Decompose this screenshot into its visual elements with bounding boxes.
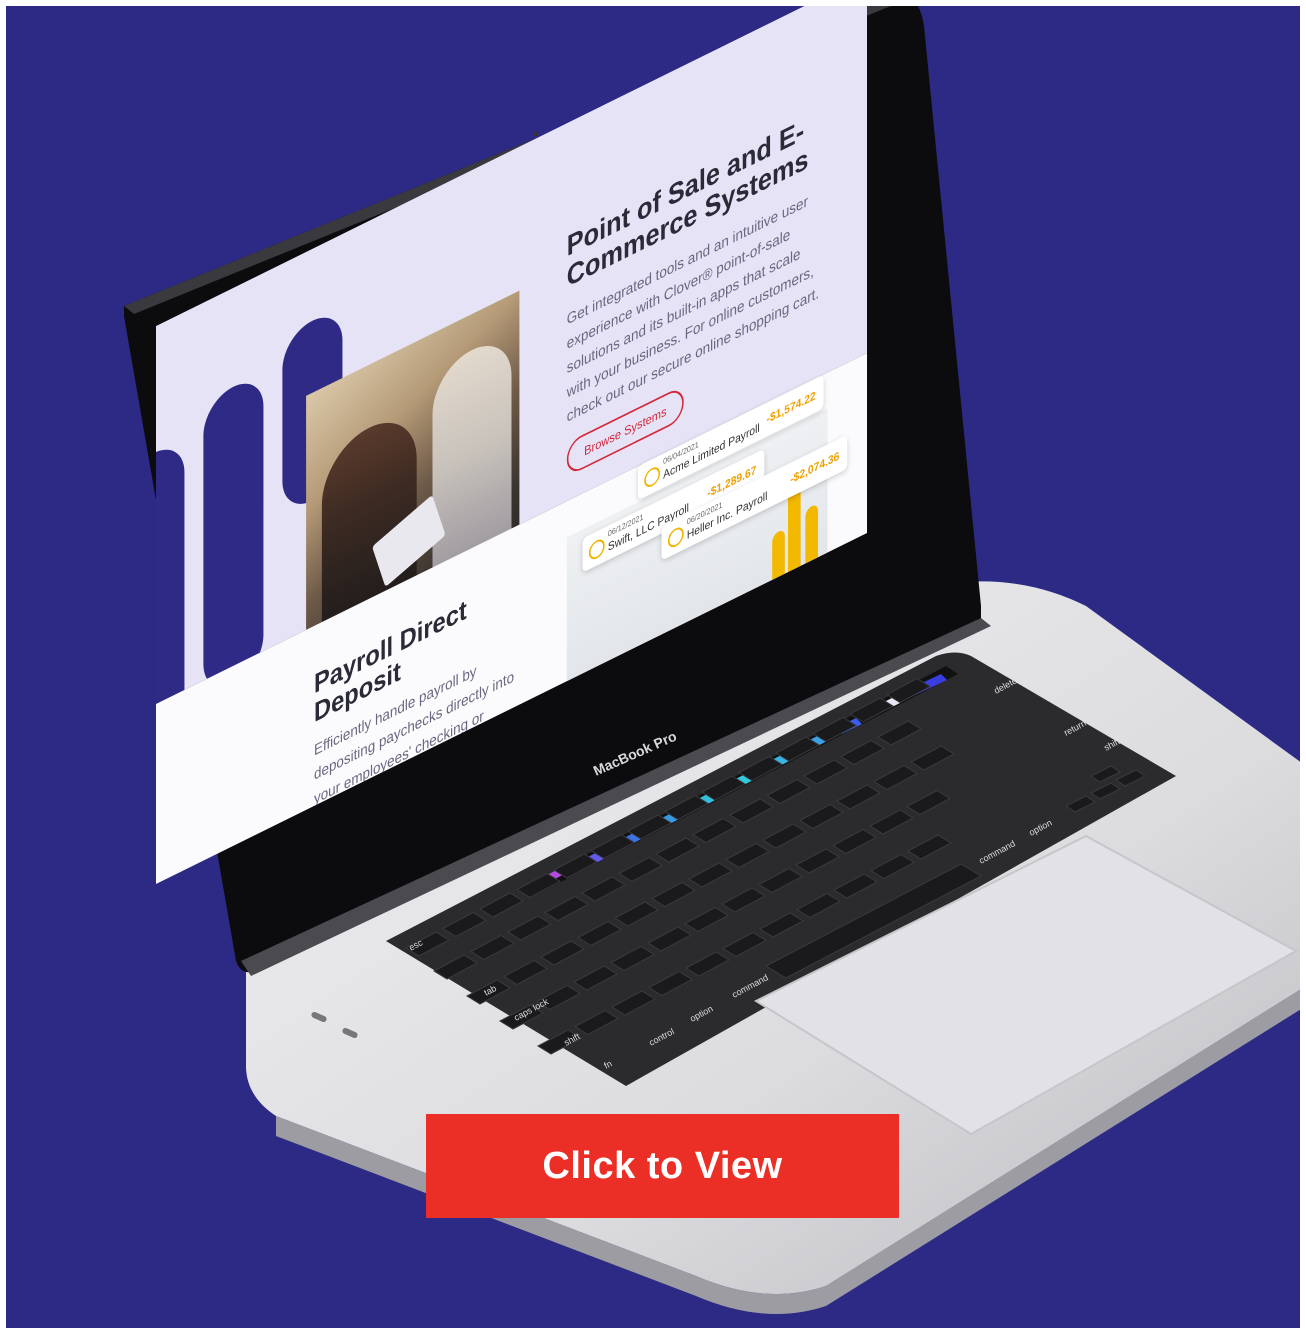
check-icon — [667, 524, 684, 551]
check-icon — [644, 464, 661, 490]
check-icon — [588, 536, 605, 563]
page-background: MacBook Pro esc tab caps lock shift fn c… — [6, 6, 1300, 1328]
webcam-icon — [533, 131, 539, 137]
decor-arch — [203, 371, 264, 699]
click-to-view-button[interactable]: Click to View — [426, 1114, 899, 1218]
